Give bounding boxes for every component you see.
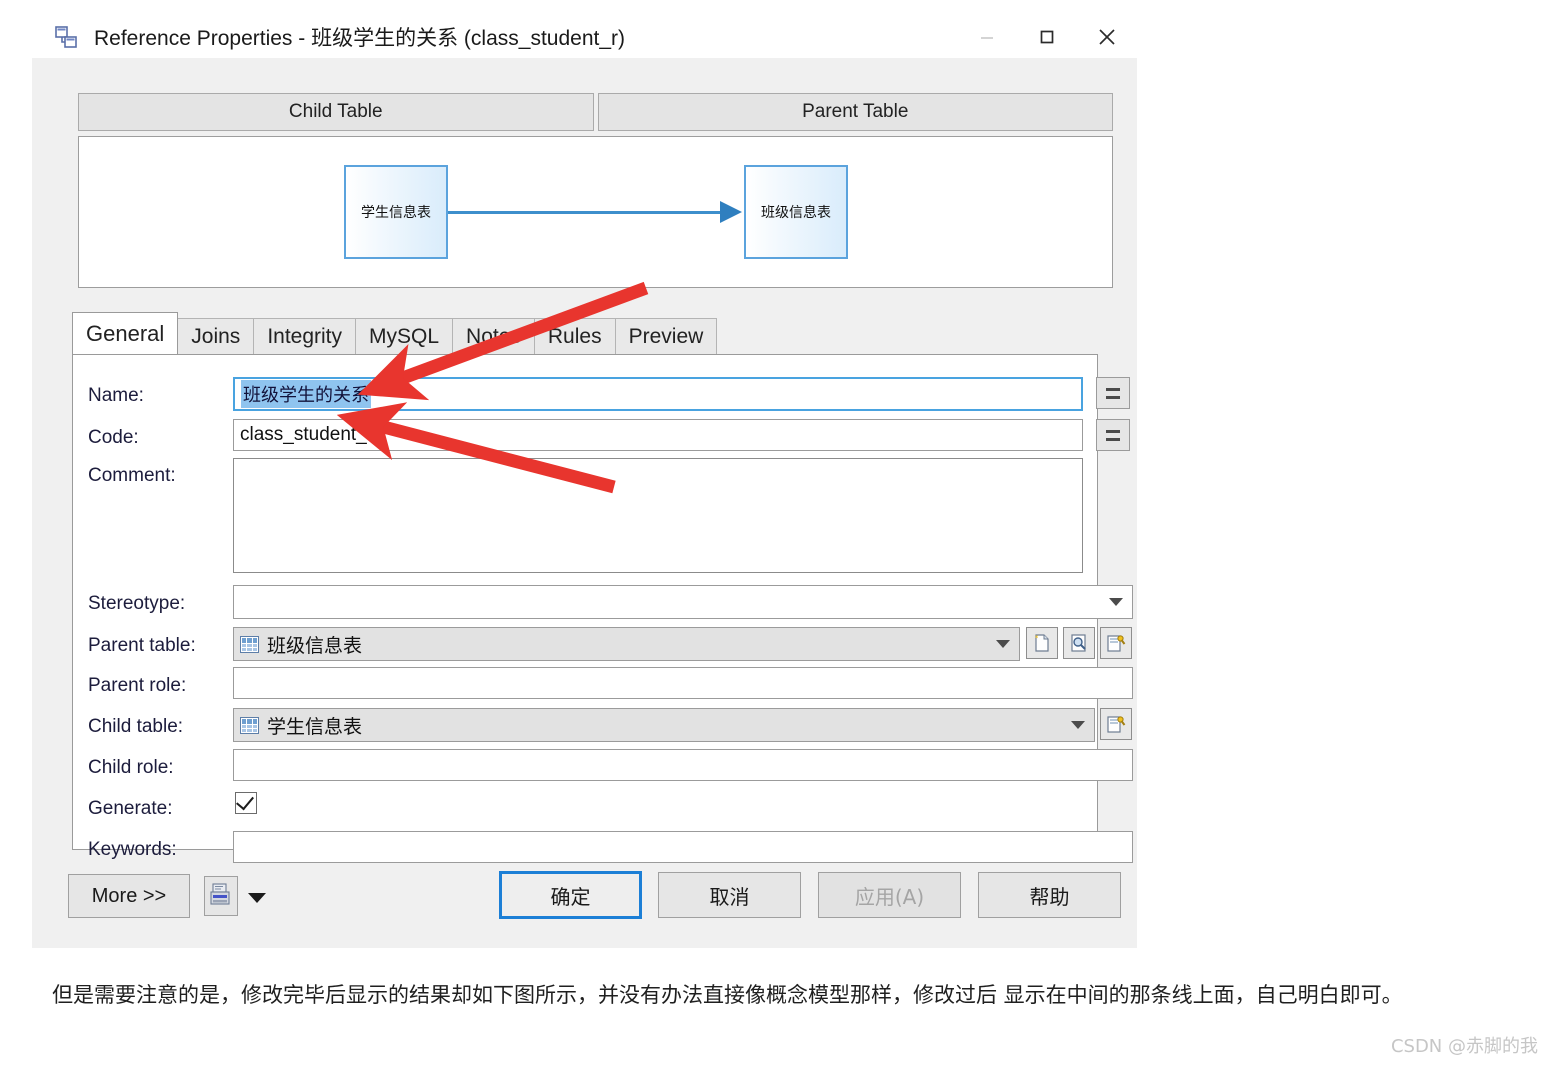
window-title: Reference Properties - 班级学生的关系 (class_st… [94, 27, 625, 50]
diagram-child-table-box[interactable]: 学生信息表 [344, 165, 448, 259]
tab-integrity[interactable]: Integrity [253, 318, 357, 354]
tab-preview[interactable]: Preview [614, 318, 718, 354]
generate-label: Generate: [88, 798, 173, 819]
cancel-button[interactable]: 取消 [658, 872, 801, 918]
child-table-value: 学生信息表 [267, 715, 363, 738]
properties-object-icon-button[interactable] [1100, 627, 1132, 659]
child-table-header: Child Table [78, 93, 594, 131]
diagram-headers: Child Table Parent Table [78, 93, 1113, 131]
relationship-diagram: 学生信息表 班级信息表 [78, 136, 1113, 288]
create-object-icon-button[interactable] [1026, 627, 1058, 659]
name-input[interactable]: 班级学生的关系 [233, 377, 1083, 411]
stereotype-label: Stereotype: [88, 593, 186, 614]
parent-table-combo[interactable]: 班级信息表 [233, 627, 1020, 661]
general-tab-panel: Name: 班级学生的关系 Code: class_student_r Comm… [72, 354, 1133, 863]
name-label: Name: [88, 385, 144, 406]
comment-textarea[interactable] [233, 458, 1083, 573]
tab-strip: General Joins Integrity MySQL Notes Rule… [72, 312, 718, 354]
browse-object-icon-button[interactable] [1063, 627, 1095, 659]
child-role-label: Child role: [88, 757, 174, 778]
name-equals-button[interactable] [1096, 377, 1130, 409]
diagram-parent-table-box[interactable]: 班级信息表 [744, 165, 848, 259]
tab-general[interactable]: General [72, 312, 179, 354]
report-icon-button[interactable] [204, 876, 238, 916]
equals-icon [1106, 387, 1120, 399]
parent-role-label: Parent role: [88, 675, 187, 696]
report-dropdown-chevron-down-icon[interactable] [248, 893, 266, 903]
tab-notes[interactable]: Notes [452, 318, 535, 354]
help-button[interactable]: 帮助 [978, 872, 1121, 918]
code-label: Code: [88, 427, 139, 448]
relationship-arrow-icon [720, 201, 742, 223]
chevron-down-icon [996, 640, 1010, 648]
tab-mysql[interactable]: MySQL [355, 318, 454, 354]
dialog-client-area: Child Table Parent Table 学生信息表 班级信息表 Gen… [32, 58, 1137, 948]
generate-checkbox[interactable] [235, 791, 257, 814]
parent-table-label: Parent table: [88, 635, 196, 656]
check-icon [236, 791, 254, 811]
chevron-down-icon [1109, 598, 1123, 606]
name-input-value: 班级学生的关系 [241, 380, 371, 408]
apply-button: 应用(A) [818, 872, 961, 918]
dialog-button-bar: More >> 确定 取消 应用(A) 帮助 [32, 858, 1137, 948]
code-input[interactable]: class_student_r [233, 419, 1083, 451]
watermark: CSDN @赤脚的我 [1390, 1036, 1538, 1057]
reference-icon [54, 24, 80, 50]
stereotype-combo[interactable] [233, 585, 1133, 619]
code-equals-button[interactable] [1096, 419, 1130, 451]
parent-table-value: 班级信息表 [267, 634, 363, 657]
child-table-label: Child table: [88, 716, 184, 737]
table-icon [240, 635, 259, 653]
reference-properties-dialog: Reference Properties - 班级学生的关系 (class_st… [32, 8, 1137, 948]
ok-button[interactable]: 确定 [499, 871, 642, 919]
caption-text: 但是需要注意的是，修改完毕后显示的结果却如下图所示，并没有办法直接像概念模型那样… [52, 983, 1403, 1007]
comment-label: Comment: [88, 465, 176, 486]
tab-rules[interactable]: Rules [533, 318, 616, 354]
parent-table-header: Parent Table [597, 93, 1113, 131]
equals-icon [1106, 429, 1120, 441]
chevron-down-icon [1071, 721, 1085, 729]
child-role-input[interactable] [233, 749, 1133, 781]
relationship-line [448, 211, 732, 214]
tab-joins[interactable]: Joins [177, 318, 255, 354]
parent-role-input[interactable] [233, 667, 1133, 699]
table-icon [240, 716, 259, 734]
child-properties-object-icon-button[interactable] [1100, 708, 1132, 740]
child-table-combo[interactable]: 学生信息表 [233, 708, 1095, 742]
more-button[interactable]: More >> [68, 874, 190, 918]
